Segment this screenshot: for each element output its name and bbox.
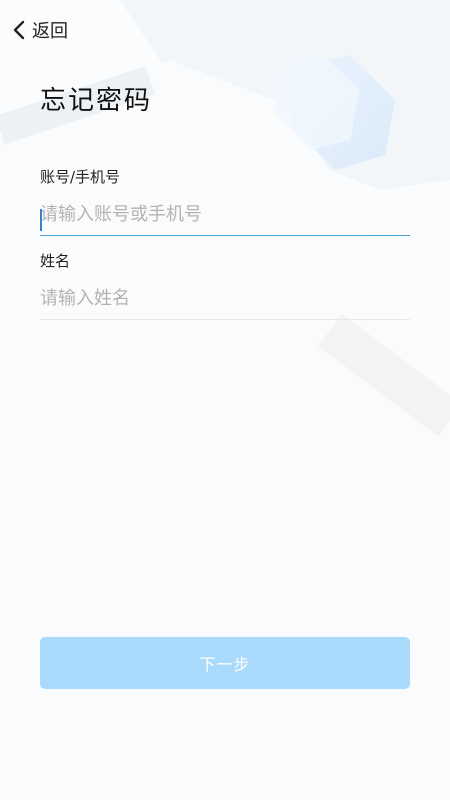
forgot-password-screen: 返回 忘记密码 账号/手机号 姓名 下一步 [0, 0, 450, 800]
page-title: 忘记密码 [40, 86, 153, 116]
text-caret [40, 209, 42, 231]
name-field: 姓名 [40, 251, 410, 320]
name-underline [40, 319, 410, 320]
back-button[interactable]: 返回 [10, 14, 68, 46]
account-input[interactable] [40, 193, 410, 235]
back-label: 返回 [32, 21, 68, 42]
name-label: 姓名 [40, 252, 71, 270]
account-field: 账号/手机号 [40, 167, 410, 236]
name-input[interactable] [40, 277, 410, 319]
account-underline [40, 235, 410, 236]
chevron-left-icon [13, 20, 25, 40]
next-button[interactable]: 下一步 [40, 637, 410, 689]
account-label: 账号/手机号 [40, 168, 121, 186]
